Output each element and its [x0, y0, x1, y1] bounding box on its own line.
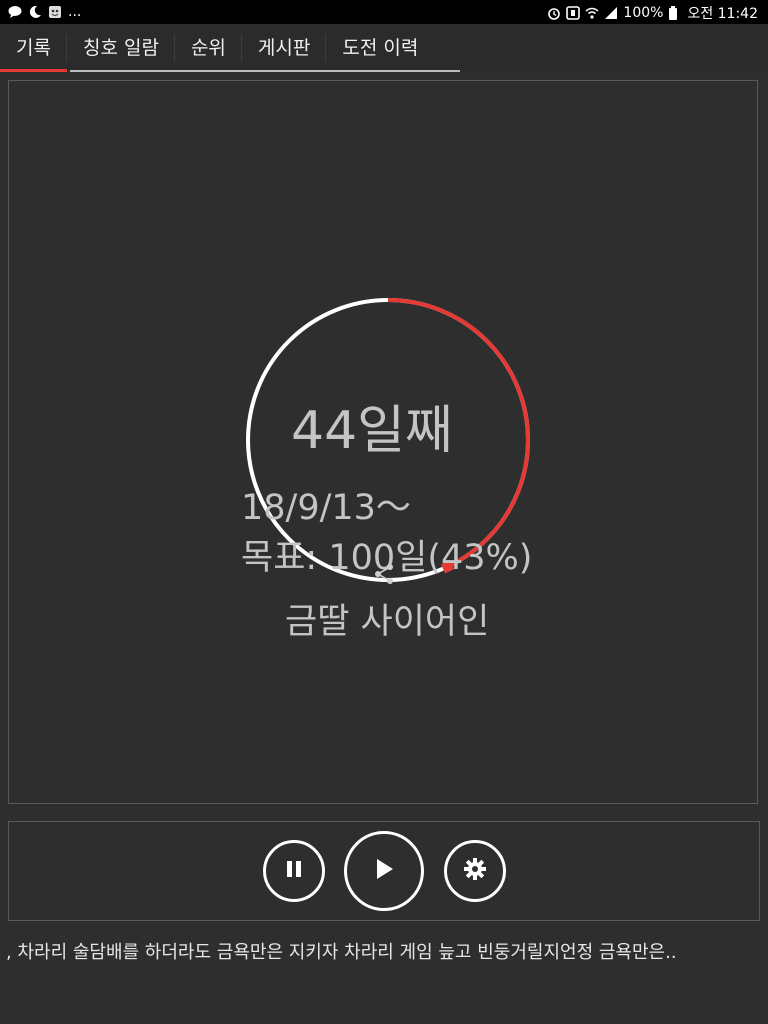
tab-record[interactable]: 기록 [0, 24, 67, 72]
gear-icon [464, 858, 486, 884]
day-count: 44일째 [291, 401, 453, 461]
start-date: 18/9/13～ [241, 488, 411, 528]
more-notifications-icon: ... [68, 4, 82, 20]
play-button[interactable] [344, 831, 424, 911]
tab-bar: 기록 칭호 일람 순위 게시판 도전 이력 [0, 24, 768, 72]
tab-titles[interactable]: 칭호 일람 [67, 24, 175, 72]
tab-label: 도전 이력 [342, 37, 419, 59]
status-bar: ... 100% 오전 11:42 [0, 0, 768, 24]
tab-history[interactable]: 도전 이력 [326, 24, 434, 72]
tab-label: 순위 [190, 37, 226, 59]
clock: 오전 11:42 [687, 6, 758, 22]
tab-board[interactable]: 게시판 [242, 24, 327, 72]
record-panel: 44일째 18/9/13～ 목표: 100일(43%) 금딸 사이어인 [8, 80, 758, 804]
nfc-icon [566, 6, 581, 20]
play-icon [374, 858, 394, 884]
signal-icon [604, 6, 618, 20]
pause-icon [285, 860, 303, 882]
tab-underline [70, 70, 460, 72]
app-icon [48, 5, 62, 19]
control-panel [8, 821, 760, 921]
tab-label: 칭호 일람 [82, 37, 159, 59]
tab-ranking[interactable]: 순위 [175, 24, 242, 72]
alarm-icon [547, 6, 561, 20]
wifi-icon [585, 6, 599, 20]
share-icon[interactable] [373, 563, 395, 585]
tab-label: 기록 [16, 37, 51, 59]
battery-percent: 100% [623, 5, 664, 21]
settings-button[interactable] [444, 840, 506, 902]
battery-icon [668, 6, 682, 20]
nickname: 금딸 사이어인 [285, 602, 490, 642]
pause-button[interactable] [263, 840, 325, 902]
tab-label: 게시판 [257, 37, 311, 59]
chat-icon [8, 5, 22, 19]
ticker-text: , 차라리 술담배를 하더라도 금욕만은 지키자 차라리 게임 늪고 빈둥거릴지… [6, 942, 677, 963]
moon-icon [28, 5, 42, 19]
